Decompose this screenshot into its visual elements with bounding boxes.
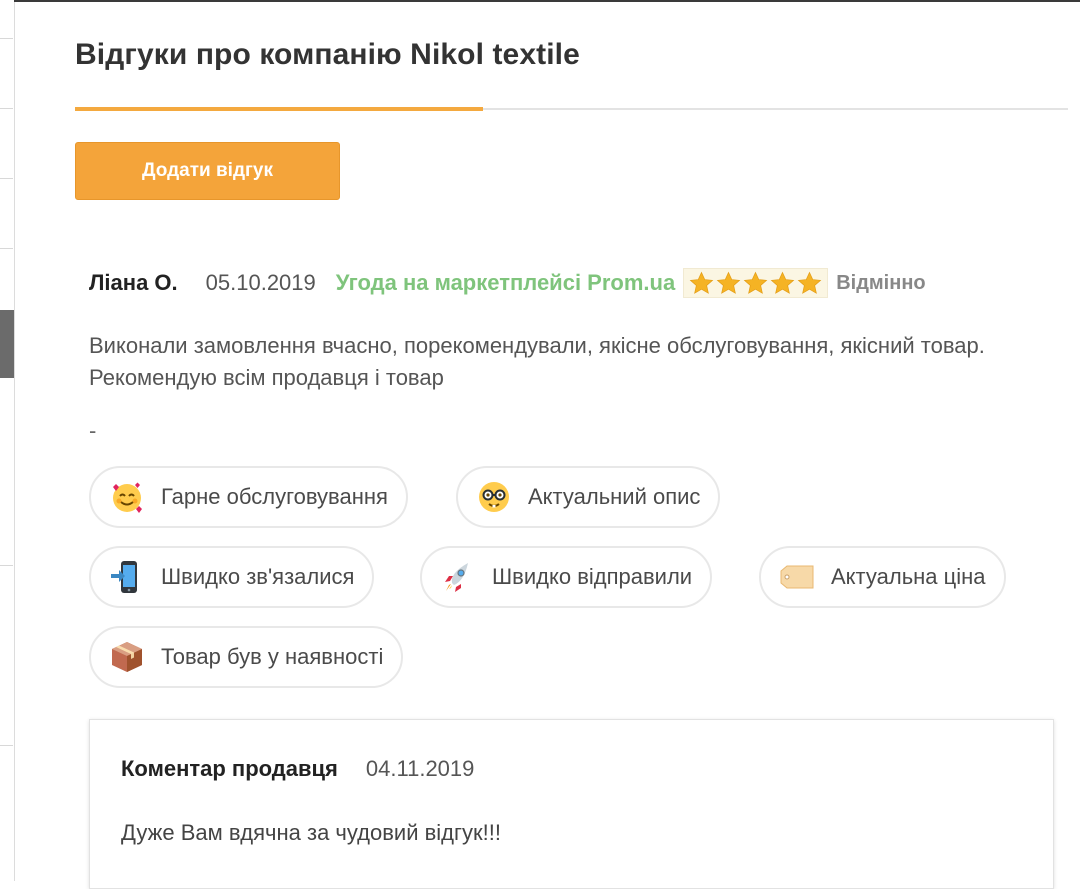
top-border: [14, 0, 1080, 2]
background-divider: [0, 178, 13, 179]
rocket-icon: [440, 559, 476, 595]
mobile-phone-arrow-icon: [109, 559, 145, 595]
tag-label: Гарне обслуговування: [161, 484, 388, 509]
tag-label: Актуальна ціна: [831, 564, 986, 589]
background-divider: [0, 565, 13, 566]
background-divider: [0, 248, 13, 249]
marketplace-deal-label[interactable]: Угода на маркетплейсі Prom.ua: [336, 270, 675, 296]
tag-chip: Швидко відправили: [420, 546, 713, 608]
rating-stars: [683, 268, 829, 298]
tag-chip: Актуальна ціна: [759, 546, 1006, 608]
tag-chip: Актуальний опис: [456, 466, 721, 528]
scrollbar-thumb[interactable]: [0, 310, 14, 378]
review-extra: -: [89, 418, 97, 443]
seller-comment-header: Коментар продавця 04.11.2019: [121, 756, 474, 782]
review-header: Ліана О. 05.10.2019 Угода на маркетплейс…: [89, 266, 926, 300]
tag-chip: Гарне обслуговування: [89, 466, 408, 528]
tag-label: Актуальний опис: [528, 484, 701, 509]
review-date: 05.10.2019: [205, 270, 316, 295]
page-title: Відгуки про компанію Nikol textile: [75, 38, 580, 71]
review-text: Виконали замовлення вчасно, порекомендув…: [89, 333, 985, 390]
seller-comment-date: 04.11.2019: [365, 756, 475, 781]
tag-label: Швидко зв'язалися: [161, 564, 355, 589]
star-icon: [688, 270, 715, 297]
review-author: Ліана О.: [89, 270, 178, 295]
smiling-face-with-hearts-icon: [109, 479, 145, 515]
tag-label: Товар був у наявності: [161, 644, 384, 669]
background-divider: [0, 108, 13, 109]
add-review-button[interactable]: Додати відгук: [75, 142, 340, 200]
star-icon: [769, 270, 796, 297]
rating-label: Відмінно: [836, 271, 926, 294]
package-icon: [109, 639, 145, 675]
background-divider: [0, 745, 13, 746]
title-underline-accent: [75, 107, 483, 111]
background-page-edge: [0, 0, 15, 881]
seller-comment-label: Коментар продавця: [121, 756, 338, 781]
tag-chip: Швидко зв'язалися: [89, 546, 375, 608]
tag-chip: Товар був у наявності: [89, 626, 404, 688]
nerd-face-icon: [476, 479, 512, 515]
seller-comment-box: Коментар продавця 04.11.2019 Дуже Вам вд…: [89, 719, 1054, 889]
seller-comment-text: Дуже Вам вдячна за чудовий відгук!!!: [121, 820, 502, 845]
star-icon: [742, 270, 769, 297]
background-divider: [0, 38, 13, 39]
star-icon: [715, 270, 742, 297]
tag-label: Швидко відправили: [492, 564, 693, 589]
price-tag-icon: [779, 559, 815, 595]
star-icon: [796, 270, 823, 297]
